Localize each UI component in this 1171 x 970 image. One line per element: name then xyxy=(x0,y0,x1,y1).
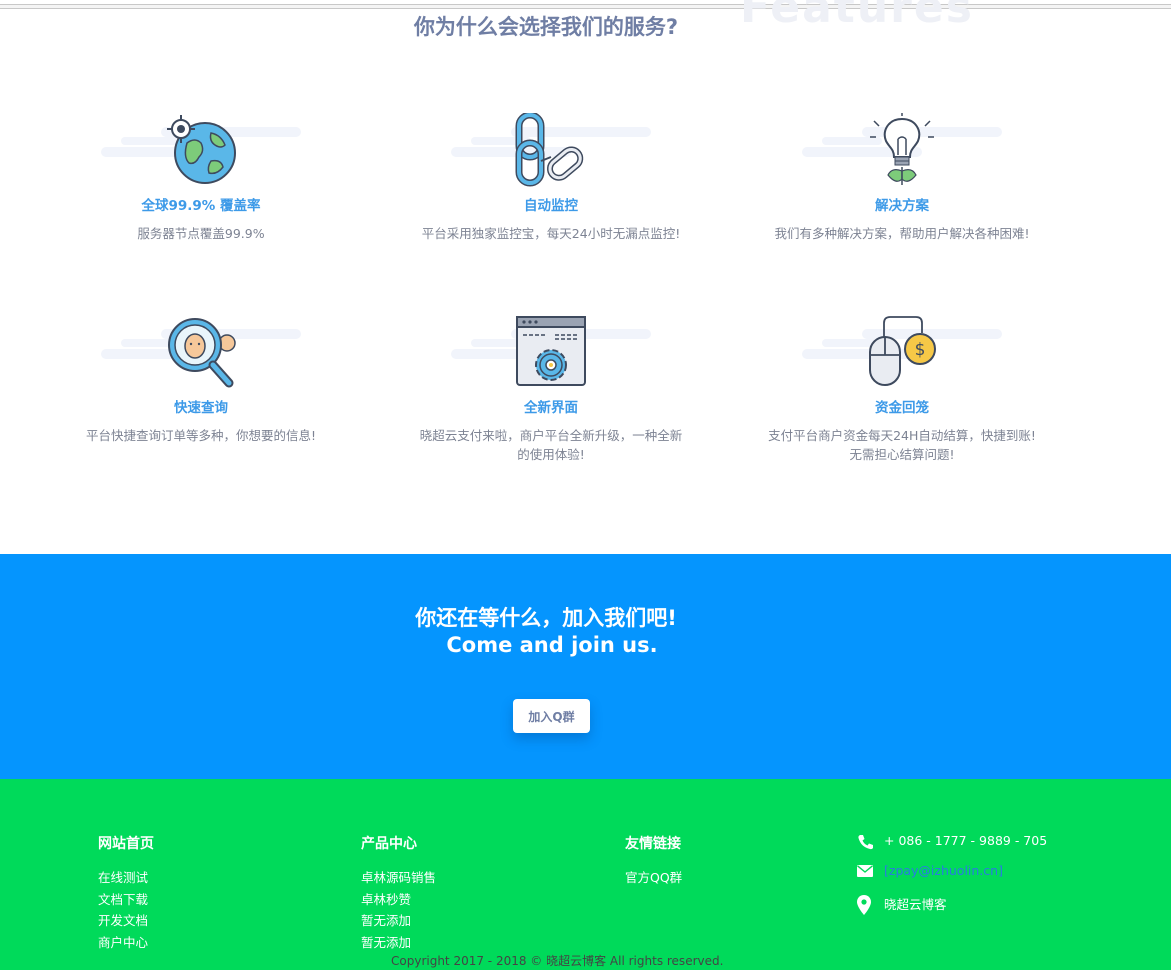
magnifier-icon xyxy=(168,318,236,388)
footer-link[interactable]: 暂无添加 xyxy=(361,910,436,932)
feature-title: 自动监控 xyxy=(524,198,578,214)
feature-monitor: 自动监控 平台采用独家监控宝，每天24小时无漏点监控! xyxy=(416,113,686,243)
contact-blog-text: 晓超云博客 xyxy=(884,897,947,912)
feature-desc: 平台快捷查询订单等多种，你想要的信息! xyxy=(85,428,316,443)
footer-link[interactable]: 官方QQ群 xyxy=(625,867,682,889)
footer: 网站首页 在线测试 文档下载 开发文档 商户中心 产品中心 卓林源码销售 卓林秒… xyxy=(0,779,1171,970)
feature-desc: 支付平台商户资金每天24H自动结算，快捷到账! 无需担心结算问题! xyxy=(768,428,1036,462)
contact-email-link[interactable]: [zpay@izhuolin.cn] xyxy=(884,863,1003,878)
footer-link[interactable]: 暂无添加 xyxy=(361,932,436,954)
svg-text:$: $ xyxy=(915,340,926,360)
footer-link[interactable]: 商户中心 xyxy=(98,932,154,954)
location-pin-icon xyxy=(857,895,871,915)
footer-column-home: 网站首页 在线测试 文档下载 开发文档 商户中心 xyxy=(98,833,154,953)
mouse-coin-icon: $ xyxy=(869,316,936,386)
feature-desc: 平台采用独家监控宝，每天24小时无漏点监控! xyxy=(421,226,681,241)
feature-desc: 晓超云支付来啦，商户平台全新升级，一种全新的使用体验! xyxy=(419,428,683,462)
footer-column-friend-links: 友情链接 官方QQ群 xyxy=(625,833,682,889)
top-divider xyxy=(0,4,1171,9)
join-qq-group-button[interactable]: 加入Q群 xyxy=(513,699,590,733)
footer-link[interactable]: 卓林源码销售 xyxy=(361,867,436,889)
chain-link-icon xyxy=(515,113,584,187)
footer-column-products: 产品中心 卓林源码销售 卓林秒赞 暂无添加 暂无添加 xyxy=(361,833,436,953)
envelope-icon xyxy=(857,865,873,877)
join-title-cn: 你还在等什么，加入我们吧! xyxy=(415,606,677,630)
copyright: Copyright 2017 - 2018 © 晓超云博客 All rights… xyxy=(391,954,724,968)
feature-query: 快速查询 平台快捷查询订单等多种，你想要的信息! xyxy=(66,315,336,445)
feature-interface: 全新界面 晓超云支付来啦，商户平台全新升级，一种全新的使用体验! xyxy=(416,315,686,464)
feature-desc: 我们有多种解决方案，帮助用户解决各种困难! xyxy=(774,226,1030,241)
footer-column-heading: 产品中心 xyxy=(361,836,417,852)
feature-title: 全球99.9% 覆盖率 xyxy=(141,198,261,214)
lightbulb-icon xyxy=(870,113,934,185)
feature-title: 解决方案 xyxy=(875,198,929,214)
feature-solution: 解决方案 我们有多种解决方案，帮助用户解决各种困难! xyxy=(767,113,1037,243)
feature-title: 全新界面 xyxy=(524,400,578,416)
footer-column-heading: 网站首页 xyxy=(98,836,154,852)
join-banner: 你还在等什么，加入我们吧! Come and join us. 加入Q群 xyxy=(0,554,1171,779)
footer-link[interactable]: 开发文档 xyxy=(98,910,154,932)
footer-column-heading: 友情链接 xyxy=(625,836,681,852)
feature-desc: 服务器节点覆盖99.9% xyxy=(137,226,265,241)
phone-icon xyxy=(858,835,873,850)
contact-phone-text: + 086 - 1777 - 9889 - 705 xyxy=(884,833,1048,848)
footer-link[interactable]: 文档下载 xyxy=(98,889,154,911)
footer-link[interactable]: 在线测试 xyxy=(98,867,154,889)
globe-icon xyxy=(167,115,236,184)
section-title: 你为什么会选择我们的服务? xyxy=(413,15,679,39)
footer-link[interactable]: 卓林秒赞 xyxy=(361,889,436,911)
feature-funds: $ 资金回笼 支付平台商户资金每天24H自动结算，快捷到账! 无需担心结算问题! xyxy=(767,315,1037,464)
join-title-en: Come and join us. xyxy=(446,633,658,657)
feature-title: 资金回笼 xyxy=(875,400,929,416)
browser-gear-icon xyxy=(516,316,586,386)
feature-title: 快速查询 xyxy=(174,400,228,416)
feature-coverage: 全球99.9% 覆盖率 服务器节点覆盖99.9% xyxy=(66,113,336,243)
